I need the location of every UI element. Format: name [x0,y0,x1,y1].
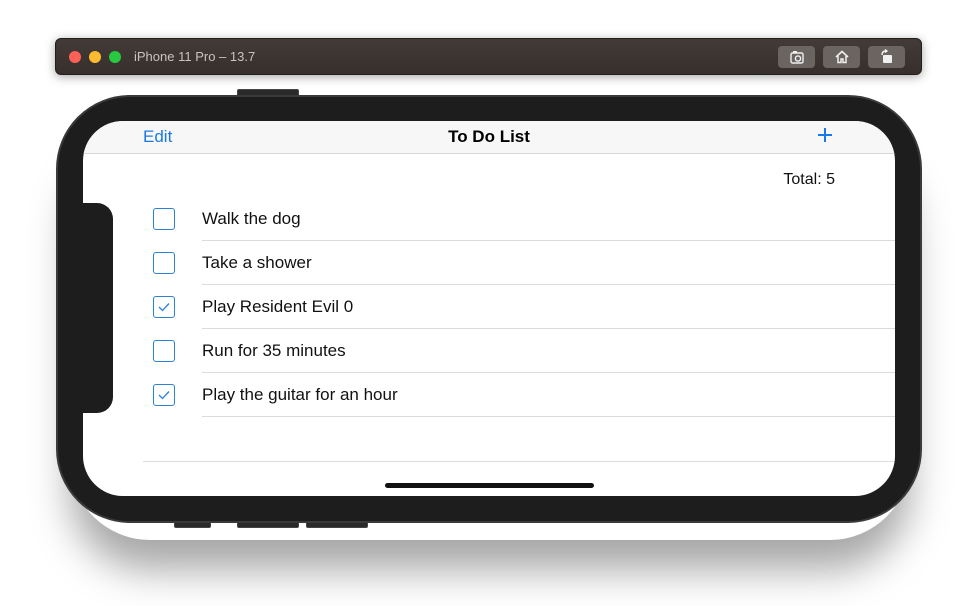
task-checkbox[interactable] [153,340,175,362]
page-title: To Do List [448,127,530,146]
task-row[interactable]: Play Resident Evil 0 [83,285,895,329]
task-checkbox[interactable] [153,296,175,318]
home-indicator[interactable] [385,483,594,488]
task-row[interactable]: Play the guitar for an hour [83,373,895,417]
row-divider [202,416,895,417]
task-label: Play the guitar for an hour [202,385,398,404]
task-list: Walk the dog Take a shower Play Resident… [83,197,895,417]
task-label: Take a shower [202,253,312,272]
minimize-window-button[interactable] [89,51,101,63]
task-checkbox[interactable] [153,384,175,406]
checkmark-icon [158,391,170,400]
simulator-titlebar: iPhone 11 Pro – 13.7 [55,38,922,75]
task-label: Play Resident Evil 0 [202,297,354,316]
rotate-button[interactable] [868,46,905,68]
add-task-button[interactable] [814,124,836,146]
window-title: iPhone 11 Pro – 13.7 [134,49,256,64]
task-label: Run for 35 minutes [202,341,346,360]
task-row[interactable]: Take a shower [83,241,895,285]
task-row[interactable]: Run for 35 minutes [83,329,895,373]
plus-icon [818,128,832,142]
simulator-stage: iPhone 11 Pro – 13.7 Edit To Do List Tot… [0,0,978,606]
rotate-icon [880,49,892,63]
home-icon [834,50,849,64]
navigation-bar: Edit To Do List [83,121,895,154]
sensor-notch [83,203,113,413]
maximize-window-button[interactable] [109,51,121,63]
home-button[interactable] [823,46,860,68]
checkmark-icon [158,303,170,312]
screenshot-button[interactable] [778,46,815,68]
app-screen: Edit To Do List Total: 5 Walk the dog Ta… [83,121,895,496]
task-checkbox[interactable] [153,208,175,230]
total-count: Total: 5 [783,171,835,188]
task-row[interactable]: Walk the dog [83,197,895,241]
task-checkbox[interactable] [153,252,175,274]
task-label: Walk the dog [202,209,301,228]
close-window-button[interactable] [69,51,81,63]
footer-divider [143,461,895,462]
camera-icon [789,51,804,64]
